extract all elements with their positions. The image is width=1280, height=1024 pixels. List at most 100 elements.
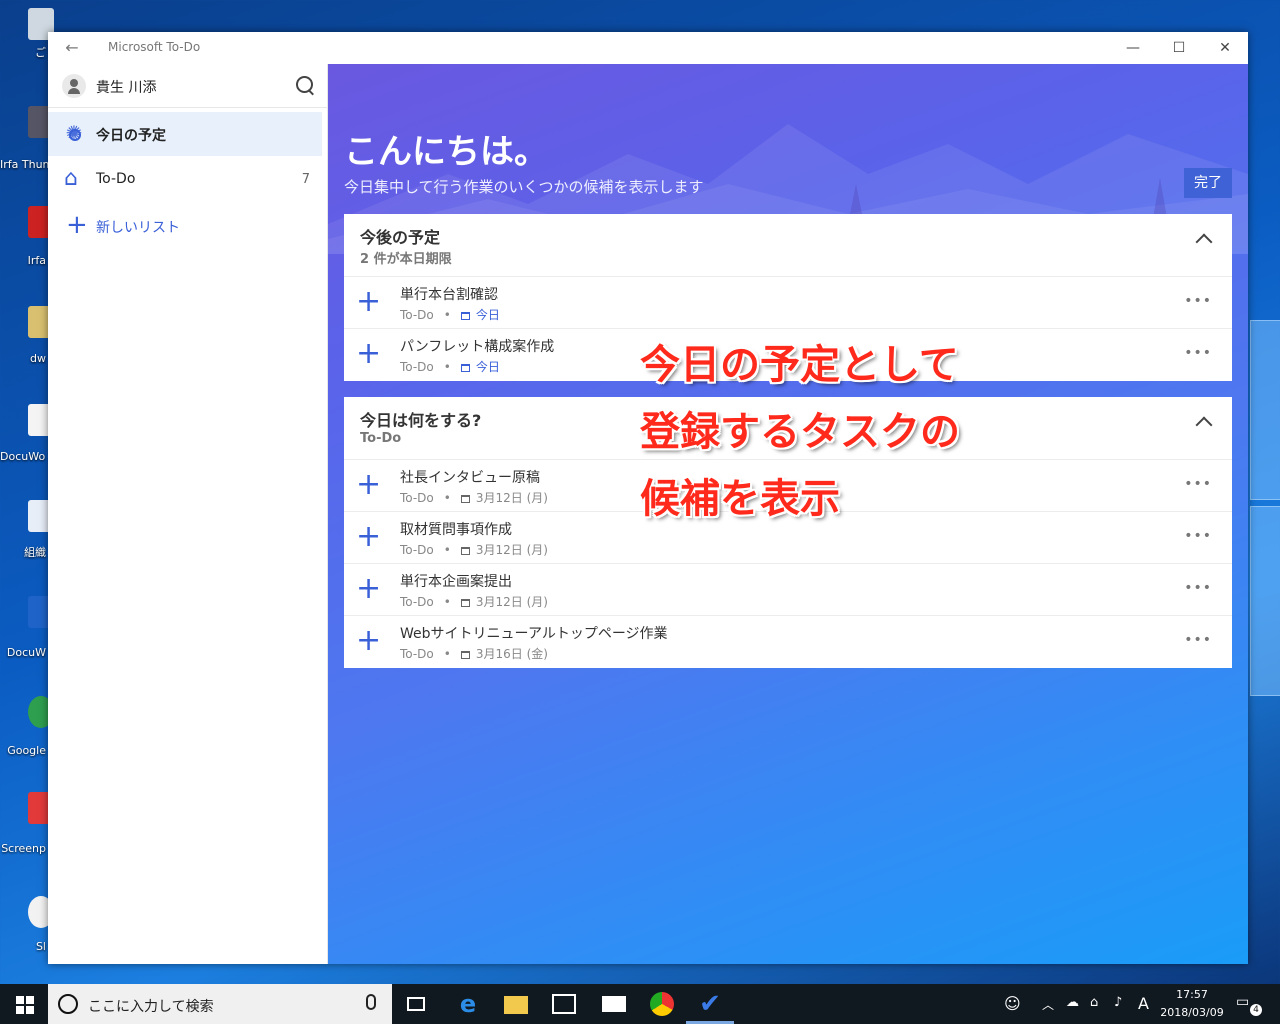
due-date-text: 3月12日 (月)	[475, 595, 548, 609]
sidebar-item-todo[interactable]: To-Do 7	[48, 158, 322, 202]
taskbar-store[interactable]	[540, 984, 588, 1024]
separator-dot: •	[443, 647, 451, 661]
task-name: 取材質問事項作成	[400, 522, 512, 538]
taskbar-edge[interactable]: e	[444, 984, 492, 1024]
start-button[interactable]	[0, 984, 48, 1024]
annotation-line: 登録するタスクの	[640, 409, 960, 455]
taskbar-search-box[interactable]: ここに入力して検索	[48, 984, 392, 1024]
add-to-my-day-icon[interactable]: +	[356, 339, 381, 369]
more-options-icon[interactable]: •••	[1184, 293, 1212, 309]
desktop-icon-irfanview-thumbnails[interactable]: Irfa Thum	[0, 106, 54, 176]
task-list-name: To-Do	[400, 491, 434, 505]
chevron-up-icon[interactable]: ︿	[1042, 996, 1054, 1013]
people-icon[interactable]: ☺	[1004, 994, 1021, 1013]
more-options-icon[interactable]: •••	[1184, 632, 1212, 648]
desktop-icon-docuworks[interactable]: DocuW	[0, 596, 54, 666]
onedrive-icon[interactable]: ☁	[1066, 995, 1079, 1010]
separator-dot: •	[443, 491, 451, 505]
due-date: 今日	[460, 360, 500, 374]
desktop-icon-dw[interactable]: dw	[0, 306, 54, 376]
ime-indicator[interactable]: A	[1138, 994, 1149, 1013]
desktop-icon-recycle-bin[interactable]: ご	[0, 8, 54, 78]
task-meta: To-Do • 今日	[400, 306, 500, 323]
more-options-icon[interactable]: •••	[1184, 528, 1212, 544]
sidebar-item-label: 今日の予定	[96, 128, 166, 144]
chevron-up-icon[interactable]	[1195, 233, 1213, 251]
windows-logo-quad	[26, 996, 34, 1004]
separator-dot: •	[443, 308, 451, 322]
desktop-icon-skype[interactable]: Sl	[0, 896, 54, 966]
folder-icon	[504, 996, 528, 1014]
due-date: 3月12日 (月)	[460, 595, 548, 609]
action-center-icon[interactable]: ▭	[1236, 994, 1249, 1010]
add-to-my-day-icon[interactable]: +	[356, 522, 381, 552]
user-name: 貴生 川添	[96, 80, 157, 96]
clock-time[interactable]: 17:57	[1160, 988, 1224, 1001]
add-to-my-day-icon[interactable]: +	[356, 287, 381, 317]
task-meta: To-Do • 3月12日 (月)	[400, 541, 548, 558]
calendar-icon	[460, 495, 470, 503]
window-title: Microsoft To-Do	[108, 40, 201, 54]
desktop-wallpaper-logo	[1246, 290, 1280, 710]
add-to-my-day-icon[interactable]: +	[356, 470, 381, 500]
avatar[interactable]	[62, 74, 86, 98]
annotation-callout: 今日の予定として 登録するタスクの 候補を表示	[640, 332, 1040, 533]
store-icon	[552, 994, 576, 1014]
minimize-button[interactable]: —	[1110, 32, 1156, 64]
more-options-icon[interactable]: •••	[1184, 580, 1212, 596]
todo-check-icon: ✔	[699, 989, 721, 1019]
desktop-icon-docuworks-user[interactable]: DocuWo 用す	[0, 404, 54, 474]
calendar-icon	[460, 364, 470, 372]
task-meta: To-Do • 3月12日 (月)	[400, 593, 548, 610]
desktop-icon-google-chrome[interactable]: Google	[0, 696, 54, 766]
desktop-icon-organization[interactable]: 組織	[0, 500, 54, 570]
more-options-icon[interactable]: •••	[1184, 345, 1212, 361]
sun-icon	[64, 122, 84, 144]
due-date-text: 今日	[475, 360, 500, 374]
clock-date[interactable]: 2018/03/09	[1160, 1006, 1224, 1019]
taskbar-mail[interactable]	[590, 984, 638, 1024]
task-row[interactable]: + 単行本台割確認 To-Do • 今日 •••	[344, 277, 1232, 329]
section-subtitle: To-Do	[360, 431, 402, 446]
task-meta: To-Do • 今日	[400, 358, 500, 375]
annotation-line: 今日の予定として	[640, 342, 959, 388]
title-bar: ← Microsoft To-Do — ☐ ✕	[48, 32, 1248, 64]
desktop-icon-irfanview[interactable]: Irfa	[0, 206, 54, 276]
separator-dot: •	[443, 543, 451, 557]
task-list-name: To-Do	[400, 543, 434, 557]
home-icon	[64, 166, 84, 191]
taskbar-file-explorer[interactable]	[492, 984, 540, 1024]
microphone-icon[interactable]	[366, 994, 376, 1010]
mail-icon	[602, 996, 626, 1012]
task-row[interactable]: + 単行本企画案提出 To-Do • 3月12日 (月) •••	[344, 564, 1232, 616]
add-to-my-day-icon[interactable]: +	[356, 574, 381, 604]
separator-dot: •	[443, 360, 451, 374]
volume-icon[interactable]: ♪	[1114, 995, 1122, 1010]
new-list-button[interactable]: 新しいリスト	[48, 204, 322, 248]
chevron-up-icon[interactable]	[1195, 416, 1213, 434]
separator-dot: •	[443, 595, 451, 609]
maximize-button[interactable]: ☐	[1156, 32, 1202, 64]
back-arrow-icon[interactable]: ←	[62, 38, 82, 58]
sidebar-item-label: 新しいリスト	[96, 220, 180, 236]
task-count-badge: 7	[301, 172, 310, 187]
taskbar-todo[interactable]: ✔	[686, 984, 734, 1024]
network-icon[interactable]: ⌂	[1090, 995, 1098, 1010]
more-options-icon[interactable]: •••	[1184, 476, 1212, 492]
add-to-my-day-icon[interactable]: +	[356, 626, 381, 656]
calendar-icon	[460, 651, 470, 659]
task-row[interactable]: + Webサイトリニューアルトップページ作業 To-Do • 3月16日 (金) •…	[344, 616, 1232, 668]
close-button[interactable]: ✕	[1202, 32, 1248, 64]
calendar-icon	[460, 599, 470, 607]
section-header[interactable]: 今後の予定 2 件が本日期限	[344, 214, 1232, 277]
section-subtitle: 2 件が本日期限	[360, 252, 452, 267]
sidebar-item-my-day[interactable]: 今日の予定	[48, 112, 322, 156]
task-view-button[interactable]	[392, 984, 440, 1024]
search-icon[interactable]	[296, 76, 316, 96]
task-list-name: To-Do	[400, 360, 434, 374]
user-row[interactable]: 貴生 川添	[48, 64, 328, 108]
desktop-icon-screenpresso[interactable]: Screenp	[0, 792, 54, 862]
chrome-icon	[650, 992, 674, 1016]
taskbar-chrome[interactable]	[638, 984, 686, 1024]
done-button[interactable]: 完了	[1184, 168, 1232, 198]
